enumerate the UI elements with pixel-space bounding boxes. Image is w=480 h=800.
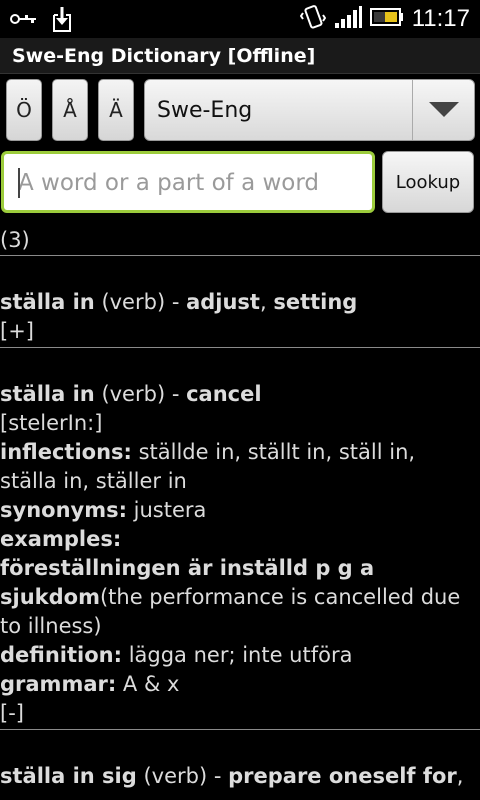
entry-translation: cancel	[186, 382, 262, 406]
entry-trailing: ,	[456, 764, 464, 788]
text-cursor	[18, 168, 20, 198]
divider	[0, 347, 480, 348]
entry-word: ställa in sig	[0, 764, 137, 788]
entry-definition: definition: lägga ner; inte utföra	[0, 641, 352, 670]
grammar-value: A & x	[116, 672, 180, 696]
entry-2-headline[interactable]: ställa in (verb) - cancel	[0, 380, 262, 409]
battery-icon	[369, 7, 404, 31]
definition-value: lägga ner; inte utföra	[122, 643, 353, 667]
clock: 11:17	[411, 5, 470, 32]
example-swedish-cont: sjukdom	[0, 585, 100, 609]
entry-translation: prepare oneself for	[228, 764, 457, 788]
synonyms-label: synonyms:	[0, 498, 127, 522]
entry-comma: ,	[259, 290, 274, 314]
entry-inflections-cont: ställa in, ställer in	[0, 469, 187, 493]
collapse-toggle[interactable]: [-]	[0, 699, 24, 728]
example-english: (the performance is cancelled due	[99, 585, 461, 609]
entry-word: ställa in	[0, 290, 95, 314]
entry-1-headline[interactable]: ställa in (verb) - adjust, setting	[0, 288, 357, 317]
inflections-label: inflections:	[0, 440, 132, 464]
char-button-a-ring[interactable]: Å	[52, 79, 88, 141]
chevron-down-icon	[428, 102, 459, 117]
language-dropdown[interactable]: Swe-Eng	[144, 79, 475, 141]
example-line: sjukdom(the performance is cancelled due	[0, 583, 460, 612]
entry-inflections: inflections: ställde in, ställt in, stäl…	[0, 438, 415, 467]
example-swedish: föreställningen är inställd p g a	[0, 556, 375, 580]
entry-synonyms: synonyms: justera	[0, 496, 206, 525]
entry-pos: (verb)	[101, 290, 166, 314]
search-field[interactable]	[1, 151, 375, 213]
entry-pronunciation: [stelerIn:]	[0, 411, 103, 435]
grammar-label: grammar:	[0, 672, 117, 696]
inflections-value: ställde in, ställt in, ställ in,	[131, 440, 416, 464]
entry-grammar: grammar: A & x	[0, 670, 179, 699]
dropdown-arrow-button[interactable]	[412, 80, 474, 140]
char-button-o-umlaut[interactable]: Ö	[6, 79, 42, 141]
download-icon	[50, 5, 74, 37]
results-count: (3)	[0, 228, 30, 252]
app-title: Swe-Eng Dictionary [Offline]	[12, 45, 316, 67]
entry-translation: setting	[273, 290, 358, 314]
entry-dash: -	[165, 382, 187, 406]
signal-icon	[334, 5, 362, 33]
example-english-cont: to illness)	[0, 614, 102, 638]
title-bar: Swe-Eng Dictionary [Offline]	[0, 38, 480, 74]
entry-dash: -	[165, 290, 187, 314]
lookup-button[interactable]: Lookup	[382, 151, 474, 213]
usb-icon	[10, 11, 38, 31]
entry-translation: adjust	[186, 290, 260, 314]
vibrate-icon	[299, 4, 326, 34]
search-input[interactable]	[18, 168, 358, 198]
entry-word: ställa in	[0, 382, 95, 406]
char-button-a-umlaut[interactable]: Ä	[98, 79, 134, 141]
entry-3-headline[interactable]: ställa in sig (verb) - prepare oneself f…	[0, 762, 463, 791]
divider	[0, 729, 480, 730]
examples-label: examples:	[0, 527, 122, 551]
entry-pos: (verb)	[143, 764, 208, 788]
language-dropdown-value: Swe-Eng	[157, 98, 253, 123]
status-bar: 11:17	[0, 0, 480, 38]
entry-pos: (verb)	[101, 382, 166, 406]
expand-toggle[interactable]: [+]	[0, 317, 34, 346]
definition-label: definition:	[0, 643, 123, 667]
synonyms-value: justera	[126, 498, 207, 522]
divider	[0, 255, 480, 256]
entry-dash: -	[207, 764, 229, 788]
